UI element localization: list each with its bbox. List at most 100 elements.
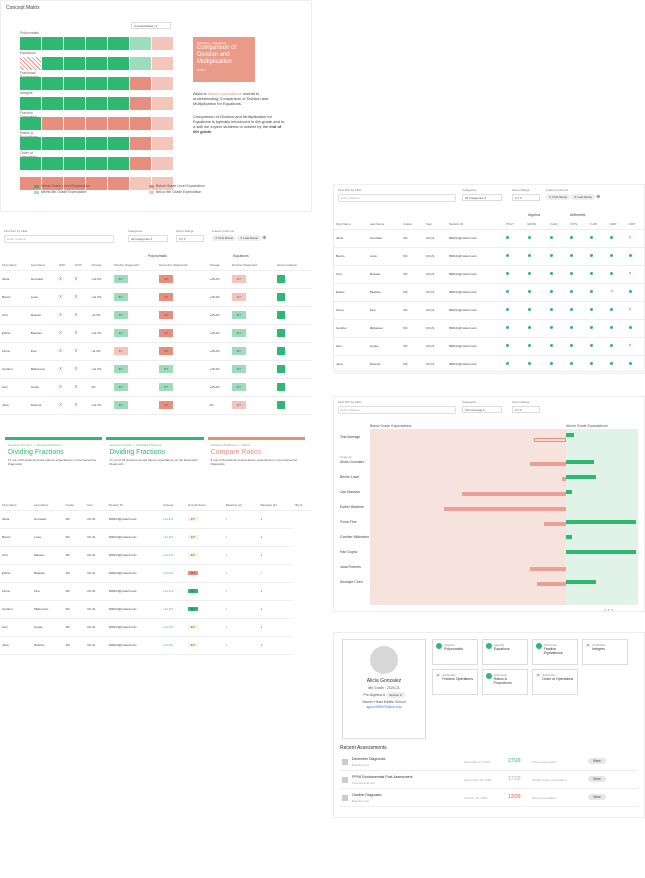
table-row[interactable]: Hari Gupta 6th '20-'21 998124@mdsch.edu +11.2… [0, 618, 312, 637]
below-bar[interactable] [461, 492, 566, 496]
table-row[interactable]: Alicia Gonzalez 6th '20-'21 998124@mdsch.edu… [0, 510, 312, 529]
matrix-cell[interactable] [64, 37, 85, 50]
matrix-cell[interactable] [152, 57, 173, 70]
insight-card[interactable]: Greatest Growth — Standard Practices Divi… [106, 437, 204, 491]
column-header[interactable]: October Diagnostic [229, 260, 276, 271]
column-header[interactable]: Baseline Q1 [223, 500, 259, 511]
table-row[interactable]: Alicia Gonzalez x x +11.2% 6/7 4/7 +15.2% 4/7 [0, 270, 312, 289]
categories-select[interactable]: All Categories ▾ [462, 194, 502, 201]
column-header[interactable]: Change [89, 260, 112, 271]
above-bar[interactable] [566, 580, 596, 584]
matrix-cell[interactable] [152, 157, 173, 170]
search-input[interactable]: Enter Student... [338, 194, 456, 202]
matrix-cell[interactable] [86, 97, 107, 110]
assessment-row[interactable]: FPRA Fundamentals Post-Assessment Post-as… [340, 773, 638, 789]
column-header[interactable]: Year [423, 219, 447, 230]
matrix-cell[interactable] [108, 157, 129, 170]
column-header[interactable]: Year [84, 500, 107, 511]
assessment-row[interactable]: December Diagnostic Baseline test December… [340, 755, 638, 771]
column-header[interactable]: Grade [63, 500, 85, 511]
table-row[interactable]: Fiona Fine x x -11.2% 3/7 4/7 +15.2% 6/7 [0, 342, 312, 361]
assessment-row[interactable]: October Diagnostic Baseline test October 1… [340, 791, 638, 807]
matrix-cell[interactable] [42, 77, 63, 90]
column-header[interactable]: EQNS [525, 219, 549, 230]
below-bar[interactable] [443, 507, 566, 511]
matrix-cell[interactable] [130, 77, 151, 90]
concept-tile[interactable]: Arithmetic Ratios & Proportions [482, 669, 528, 695]
below-bar[interactable] [537, 582, 566, 586]
add-column-icon[interactable]: ⊕ [262, 235, 266, 241]
matrix-cell[interactable] [64, 157, 85, 170]
matrix-cell[interactable] [130, 37, 151, 50]
column-header[interactable]: R&P [57, 260, 73, 271]
matrix-cell[interactable] [20, 37, 41, 50]
matrix-cell[interactable] [130, 97, 151, 110]
table-row[interactable]: Carl Massan 6th '20-'21 998124@mdsch.edu +11.… [0, 546, 312, 565]
matrix-cell[interactable] [108, 77, 129, 90]
column-header[interactable]: First Name [334, 219, 368, 230]
table-row[interactable]: Benito Lowe 6th '20-'21 998124@mdsch.edu +11.… [0, 528, 312, 547]
matrix-cell[interactable] [152, 97, 173, 110]
column-header[interactable]: F-OP [588, 219, 609, 230]
table-row[interactable]: Gunther Mikkenson x x +11.2% 6/7 6/7 +15.2% 6/7 [0, 360, 312, 379]
table-row[interactable]: Esther Beatrise 6th '20-'21 998124@mdsch.edu… [334, 283, 645, 302]
matrix-cell[interactable] [130, 117, 151, 130]
matrix-cell[interactable] [108, 97, 129, 110]
column-header[interactable]: First Name [0, 500, 32, 511]
chip-last-name[interactable]: ✕ Last Name [237, 235, 262, 241]
matrix-cell[interactable] [20, 137, 41, 150]
table-row[interactable]: Hari Gupta x x 0% 6/7 6/7 +15.2% 6/7 [0, 378, 312, 397]
matrix-cell[interactable] [108, 137, 129, 150]
search-input[interactable]: Enter Student... [338, 406, 456, 414]
table-row[interactable]: Fiona Fine 6th '20-'21 998124@mdsch.edu × [334, 301, 645, 320]
matrix-cell[interactable] [64, 117, 85, 130]
matrix-cell[interactable] [42, 137, 63, 150]
table-row[interactable]: Esther Beatrise x x +11.2% 6/7 4/7 +15.2% 6/7 [0, 324, 312, 343]
score-range-select[interactable]: 0-7 ▾ [176, 235, 204, 242]
matrix-cell[interactable] [108, 117, 129, 130]
categories-select[interactable]: All Categories ▾ [128, 235, 168, 242]
matrix-cell[interactable] [64, 97, 85, 110]
matrix-cell[interactable] [64, 77, 85, 90]
table-row[interactable]: Alicia Gonzalez 6th '20-'21 998124@mdsch.edu… [334, 229, 645, 248]
pager[interactable]: ● ● ● [604, 607, 613, 612]
matrix-cell[interactable] [130, 57, 151, 70]
concept-tile[interactable]: ✕ Arithmetic Integers [582, 639, 628, 665]
matrix-cell[interactable] [152, 37, 173, 50]
above-bar[interactable] [566, 550, 636, 554]
column-header[interactable]: Decem Diagno [275, 260, 312, 271]
concept-tile[interactable]: Algebra Equations [482, 639, 528, 665]
column-header[interactable]: Overall Score [185, 500, 224, 511]
view-button[interactable]: View [588, 776, 606, 782]
table-row[interactable]: Carl Massan x x -11.3% 6/7 4/7 +15.2% 6/7 [0, 306, 312, 325]
matrix-cell[interactable] [108, 37, 129, 50]
matrix-cell[interactable] [86, 37, 107, 50]
view-button[interactable]: View [588, 758, 606, 764]
above-bar[interactable] [566, 520, 636, 524]
below-bar[interactable] [544, 522, 566, 526]
table-row[interactable]: Esther Beatrise 6th '20-'21 998124@mdsch.edu… [0, 564, 312, 583]
column-header[interactable]: Student ID [446, 219, 505, 230]
matrix-cell[interactable] [20, 117, 41, 130]
matrix-cell[interactable] [42, 97, 63, 110]
matrix-cell[interactable] [42, 37, 63, 50]
column-header[interactable]: Change [160, 500, 186, 511]
column-header[interactable]: Grade [401, 219, 424, 230]
matrix-cell[interactable] [152, 77, 173, 90]
table-row[interactable]: Benito Lowe x x +11.2% 6/7 4/7 +15.2% 4/7 [0, 288, 312, 307]
matrix-cell[interactable] [86, 157, 107, 170]
matrix-cell[interactable] [20, 77, 41, 90]
mastery-dropdown[interactable]: Overall Mastery ▾ [131, 22, 171, 29]
column-header[interactable]: Last Name [31, 500, 64, 511]
table-row[interactable]: Gunther Mikkelsen 6th '20-'21 998124@mdsch.e… [334, 319, 645, 338]
view-button[interactable]: View [588, 794, 606, 800]
matrix-cell[interactable] [108, 57, 129, 70]
matrix-cell[interactable] [130, 137, 151, 150]
table-row[interactable]: Jana Roberts x x +11.2% 6/7 4/7 0% 3/7 [0, 396, 312, 415]
matrix-cell[interactable] [42, 157, 63, 170]
matrix-cell[interactable] [152, 117, 173, 130]
table-row[interactable]: Jana Roberts 6th '20-'21 998124@mdsch.edu +11… [0, 636, 312, 655]
concept-tile[interactable]: Arithmetic Fraction Equivalence [532, 639, 578, 665]
column-header[interactable]: F-EQ [548, 219, 569, 230]
column-header[interactable]: POLY [504, 219, 526, 230]
